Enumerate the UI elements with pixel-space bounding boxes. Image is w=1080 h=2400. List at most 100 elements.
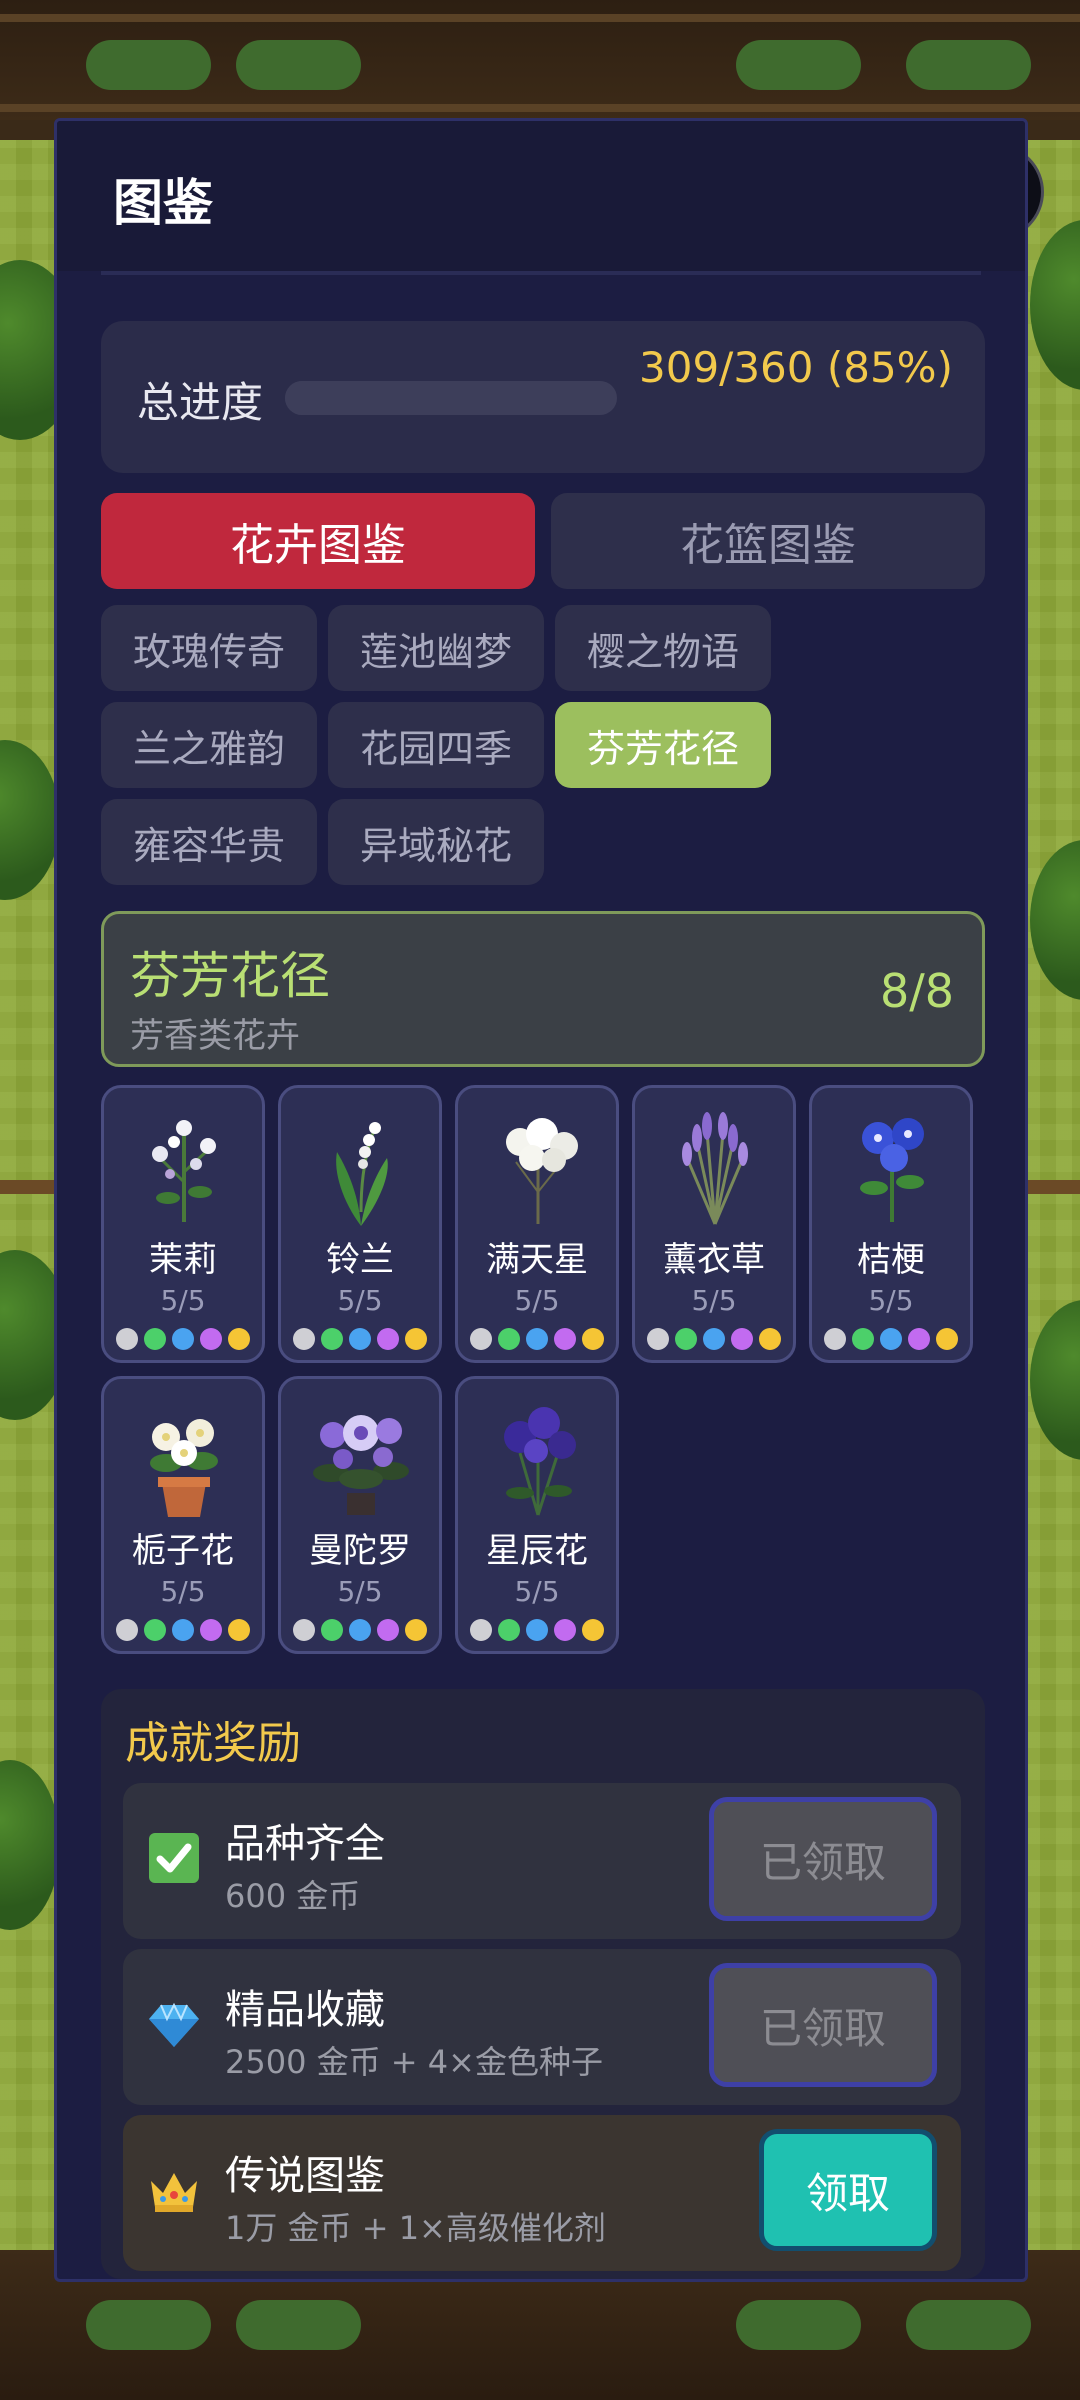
quality-dot (116, 1328, 138, 1350)
quality-dot (470, 1328, 492, 1350)
achievement-name: 品种齐全 (225, 1821, 385, 1867)
flower-name: 铃兰 (326, 1240, 394, 1280)
flower-card-lavender[interactable]: 薰衣草 5/5 (632, 1085, 796, 1363)
quality-dot (498, 1328, 520, 1350)
quality-dot (526, 1619, 548, 1641)
lavender-icon (682, 1112, 748, 1225)
tab-basket-collection[interactable]: 花篮图鉴 (551, 493, 985, 589)
quality-dot (675, 1328, 697, 1350)
header-divider (101, 271, 981, 275)
quality-dot (582, 1619, 604, 1641)
quality-dot (321, 1328, 343, 1350)
flower-count: 5/5 (160, 1575, 206, 1608)
subtab-rose-legend[interactable]: 玫瑰传奇 (101, 605, 317, 691)
flower-count: 5/5 (337, 1284, 383, 1317)
quality-dots (458, 1328, 616, 1350)
quality-dot (405, 1328, 427, 1350)
quality-dot (526, 1328, 548, 1350)
crown-icon (151, 2173, 197, 2212)
quality-dot (498, 1619, 520, 1641)
achievement-reward: 2500 金币 + 4×金色种子 (225, 2043, 603, 2081)
flower-count: 5/5 (514, 1575, 560, 1608)
achievement-rewards: 成就奖励 品种齐全 600 金币 已领取 精品收藏 2500 金币 + 4×金色… (101, 1689, 985, 2279)
quality-dot (470, 1619, 492, 1641)
flower-name: 满天星 (486, 1240, 588, 1280)
quality-dot (852, 1328, 874, 1350)
claim-button[interactable]: 领取 (759, 2129, 937, 2251)
achievement-name: 传说图鉴 (225, 2153, 385, 2199)
flower-card-lily-of-the-valley[interactable]: 铃兰 5/5 (278, 1085, 442, 1363)
subtab-orchid-grace[interactable]: 兰之雅韵 (101, 702, 317, 788)
diamond-icon (149, 2002, 199, 2047)
progress-fill (285, 381, 568, 415)
total-progress: 总进度 309/360 (85%) (101, 321, 985, 473)
flower-card-babys-breath[interactable]: 满天星 5/5 (455, 1085, 619, 1363)
flower-name: 茉莉 (149, 1240, 217, 1280)
claimed-button[interactable]: 已领取 (709, 1797, 937, 1921)
category-count: 8/8 (879, 964, 954, 1018)
quality-dot (908, 1328, 930, 1350)
gardenia-icon (150, 1419, 218, 1517)
quality-dot (554, 1328, 576, 1350)
flower-card-jasmine[interactable]: 茉莉 5/5 (101, 1085, 265, 1363)
category-header: 芬芳花径 芳香类花卉 8/8 (101, 911, 985, 1067)
quality-dot (554, 1619, 576, 1641)
tab-flower-collection[interactable]: 花卉图鉴 (101, 493, 535, 589)
quality-dot (172, 1619, 194, 1641)
lily-of-the-valley-icon (336, 1122, 388, 1226)
subtab-exotic-flowers[interactable]: 异域秘花 (328, 799, 544, 885)
quality-dot (321, 1619, 343, 1641)
jasmine-icon (152, 1120, 216, 1222)
flower-card-balloon-flower[interactable]: 桔梗 5/5 (809, 1085, 973, 1363)
subtab-sakura-story[interactable]: 樱之物语 (555, 605, 771, 691)
flower-count: 5/5 (868, 1284, 914, 1317)
flower-card-datura[interactable]: 曼陀罗 5/5 (278, 1376, 442, 1654)
subtab-garden-seasons[interactable]: 花园四季 (328, 702, 544, 788)
achievement-reward: 600 金币 (225, 1877, 361, 1915)
quality-dot (405, 1619, 427, 1641)
quality-dot (731, 1328, 753, 1350)
flower-count: 5/5 (337, 1575, 383, 1608)
quality-dot (116, 1619, 138, 1641)
quality-dot (293, 1328, 315, 1350)
quality-dot (200, 1619, 222, 1641)
quality-dots (635, 1328, 793, 1350)
collection-panel: 图鉴 总进度 309/360 (85%) 花卉图鉴 花篮图鉴 玫瑰传奇 莲池幽梦… (54, 118, 1028, 2282)
flower-card-statice[interactable]: 星辰花 5/5 (455, 1376, 619, 1654)
progress-label: 总进度 (137, 378, 264, 427)
subtab-fragrant-path[interactable]: 芬芳花径 (555, 702, 771, 788)
quality-dot (200, 1328, 222, 1350)
quality-dot (703, 1328, 725, 1350)
checkmark-icon (149, 1833, 199, 1883)
subtab-lotus-dream[interactable]: 莲池幽梦 (328, 605, 544, 691)
quality-dot (349, 1619, 371, 1641)
quality-dots (104, 1328, 262, 1350)
quality-dot (293, 1619, 315, 1641)
quality-dots (812, 1328, 970, 1350)
quality-dots (281, 1619, 439, 1641)
game-top-bar (0, 0, 1080, 120)
quality-dots (281, 1328, 439, 1350)
flower-count: 5/5 (691, 1284, 737, 1317)
quality-dot (880, 1328, 902, 1350)
quality-dot (936, 1328, 958, 1350)
balloon-flower-icon (860, 1118, 924, 1222)
flower-card-gardenia[interactable]: 栀子花 5/5 (101, 1376, 265, 1654)
achievement-title: 成就奖励 (125, 1718, 301, 1769)
subtab-elegant-luxury[interactable]: 雍容华贵 (101, 799, 317, 885)
quality-dot (759, 1328, 781, 1350)
quality-dot (228, 1328, 250, 1350)
babys-breath-icon (506, 1118, 578, 1224)
quality-dot (377, 1619, 399, 1641)
datura-icon (313, 1415, 409, 1515)
progress-text: 309/360 (85%) (639, 343, 953, 392)
panel-header: 图鉴 (57, 121, 1025, 271)
quality-dots (458, 1619, 616, 1641)
quality-dot (824, 1328, 846, 1350)
claimed-button[interactable]: 已领取 (709, 1963, 937, 2087)
category-name: 芬芳花径 (130, 947, 330, 1005)
quality-dot (228, 1619, 250, 1641)
achievement-row: 传说图鉴 1万 金币 + 1×高级催化剂 领取 (123, 2115, 961, 2271)
quality-dot (647, 1328, 669, 1350)
statice-icon (504, 1407, 576, 1516)
